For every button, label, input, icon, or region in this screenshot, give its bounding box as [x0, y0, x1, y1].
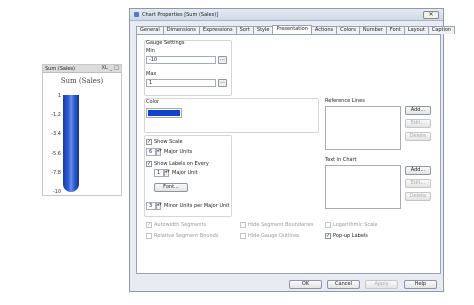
major-unit-label: Major Unit [172, 170, 198, 176]
hide-outlines-label: Hide Gauge Outlines [248, 233, 300, 239]
autowidth-checkbox[interactable]: ✓ [146, 222, 152, 228]
tab-style[interactable]: Style [252, 26, 274, 34]
reference-lines-list[interactable] [325, 106, 401, 150]
tab-dimensions[interactable]: Dimensions [162, 26, 200, 34]
show-scale-label: Show Scale [154, 139, 183, 145]
chart-properties-dialog: Chart Properties [Sum (Sales)] ✕ General… [129, 8, 456, 292]
text-in-chart-list[interactable] [325, 165, 401, 209]
ok-button[interactable]: OK [289, 280, 322, 289]
relative-bounds-label: Relative Segment Bounds [154, 233, 219, 239]
tab-caption[interactable]: Caption [427, 26, 456, 34]
popup-labels-label: Pop-up Labels [333, 233, 368, 239]
gauge-tick-label: 1 [57, 93, 61, 99]
major-units-input[interactable]: 6 [146, 148, 156, 156]
min-input[interactable]: -10 [146, 56, 216, 64]
gauge-tick-label: -3.4 [51, 131, 61, 137]
apply-button[interactable]: Apply [365, 280, 398, 289]
cancel-button[interactable]: Cancel [327, 280, 360, 289]
minimize-icon[interactable]: _ [110, 66, 113, 71]
color-label: Color [146, 99, 160, 105]
tab-expressions[interactable]: Expressions [198, 26, 237, 34]
relative-bounds-checkbox[interactable] [146, 233, 152, 239]
color-swatch-button[interactable] [146, 108, 182, 118]
tab-presentation[interactable]: Presentation [272, 25, 312, 34]
show-labels-label: Show Labels on Every [154, 161, 209, 167]
reference-lines-label: Reference Lines [325, 98, 365, 104]
tab-actions[interactable]: Actions [310, 26, 338, 34]
tab-layout[interactable]: Layout [403, 26, 429, 34]
reference-lines-add-button[interactable]: Add... [405, 106, 431, 115]
minor-units-label: Minor Units per Major Unit [164, 203, 230, 209]
gauge-tick-label: -1.2 [51, 112, 61, 118]
reference-lines-delete-button[interactable]: Delete [405, 132, 431, 141]
font-button[interactable]: Font... [154, 183, 188, 192]
major-unit-spinner[interactable]: ▲▼ [164, 169, 170, 177]
major-units-label: Major Units [164, 149, 193, 155]
close-button[interactable]: ✕ [423, 10, 439, 19]
hide-boundaries-label: Hide Segment Boundaries [248, 222, 314, 228]
show-scale-checkbox[interactable]: ✓ [146, 139, 152, 145]
text-in-chart-label: Text in Chart [325, 157, 357, 163]
min-expression-button[interactable]: ... [218, 56, 227, 64]
popup-labels-checkbox[interactable]: ✓ [325, 233, 331, 239]
minor-units-spinner[interactable]: ▲▼ [156, 202, 162, 210]
color-swatch [148, 110, 180, 116]
max-label: Max [146, 71, 157, 77]
gauge-chart-object[interactable]: Sum (Sales) XL _ □ Sum (Sales) 1 -1.2 -3… [42, 64, 122, 196]
presentation-panel: Gauge Settings Min -10 ... Max 1 ... Col… [136, 34, 441, 274]
gauge-tick-label: -5.6 [51, 151, 61, 157]
tab-sort[interactable]: Sort [235, 26, 254, 34]
max-expression-button[interactable]: ... [218, 79, 227, 87]
major-unit-input[interactable]: 1 [154, 169, 164, 177]
text-in-chart-add-button[interactable]: Add... [405, 166, 431, 175]
min-label: Min [146, 48, 155, 54]
dialog-title-bar[interactable]: Chart Properties [Sum (Sales)] ✕ [130, 9, 443, 21]
major-units-spinner[interactable]: ▲▼ [156, 148, 162, 156]
text-in-chart-edit-button[interactable]: Edit... [405, 179, 431, 188]
reference-lines-edit-button[interactable]: Edit... [405, 119, 431, 128]
tab-strip: General Dimensions Expressions Sort Styl… [136, 25, 456, 34]
autowidth-label: Autowidth Segments [154, 222, 207, 228]
gauge-fill [63, 95, 79, 192]
hide-outlines-checkbox[interactable] [240, 233, 246, 239]
gauge-tick-label: -7.8 [51, 170, 61, 176]
gauge-tick-label: -10 [52, 189, 61, 195]
tab-number[interactable]: Number [358, 26, 387, 34]
app-icon [134, 12, 139, 17]
maximize-icon[interactable]: □ [114, 66, 119, 71]
text-in-chart-delete-button[interactable]: Delete [405, 192, 431, 201]
gauge-settings-label: Gauge Settings [146, 40, 185, 46]
logarithmic-checkbox[interactable] [325, 222, 331, 228]
chart-caption-title: Sum (Sales) [45, 65, 76, 72]
hide-boundaries-checkbox[interactable] [240, 222, 246, 228]
chart-title: Sum (Sales) [60, 77, 104, 85]
minor-units-input[interactable]: 3 [146, 202, 156, 210]
tab-general[interactable]: General [136, 26, 164, 34]
chart-caption-bar[interactable]: Sum (Sales) XL _ □ [43, 65, 121, 73]
max-input[interactable]: 1 [146, 79, 216, 87]
tab-font[interactable]: Font [385, 26, 405, 34]
tab-colors[interactable]: Colors [336, 26, 360, 34]
show-labels-checkbox[interactable]: ✓ [146, 161, 152, 167]
help-button[interactable]: Help [404, 280, 437, 289]
dialog-title: Chart Properties [Sum (Sales)] [142, 11, 219, 18]
xl-export-icon[interactable]: XL [102, 66, 108, 71]
gauge-settings-group [144, 40, 232, 96]
logarithmic-label: Logarithmic Scale [333, 222, 378, 228]
